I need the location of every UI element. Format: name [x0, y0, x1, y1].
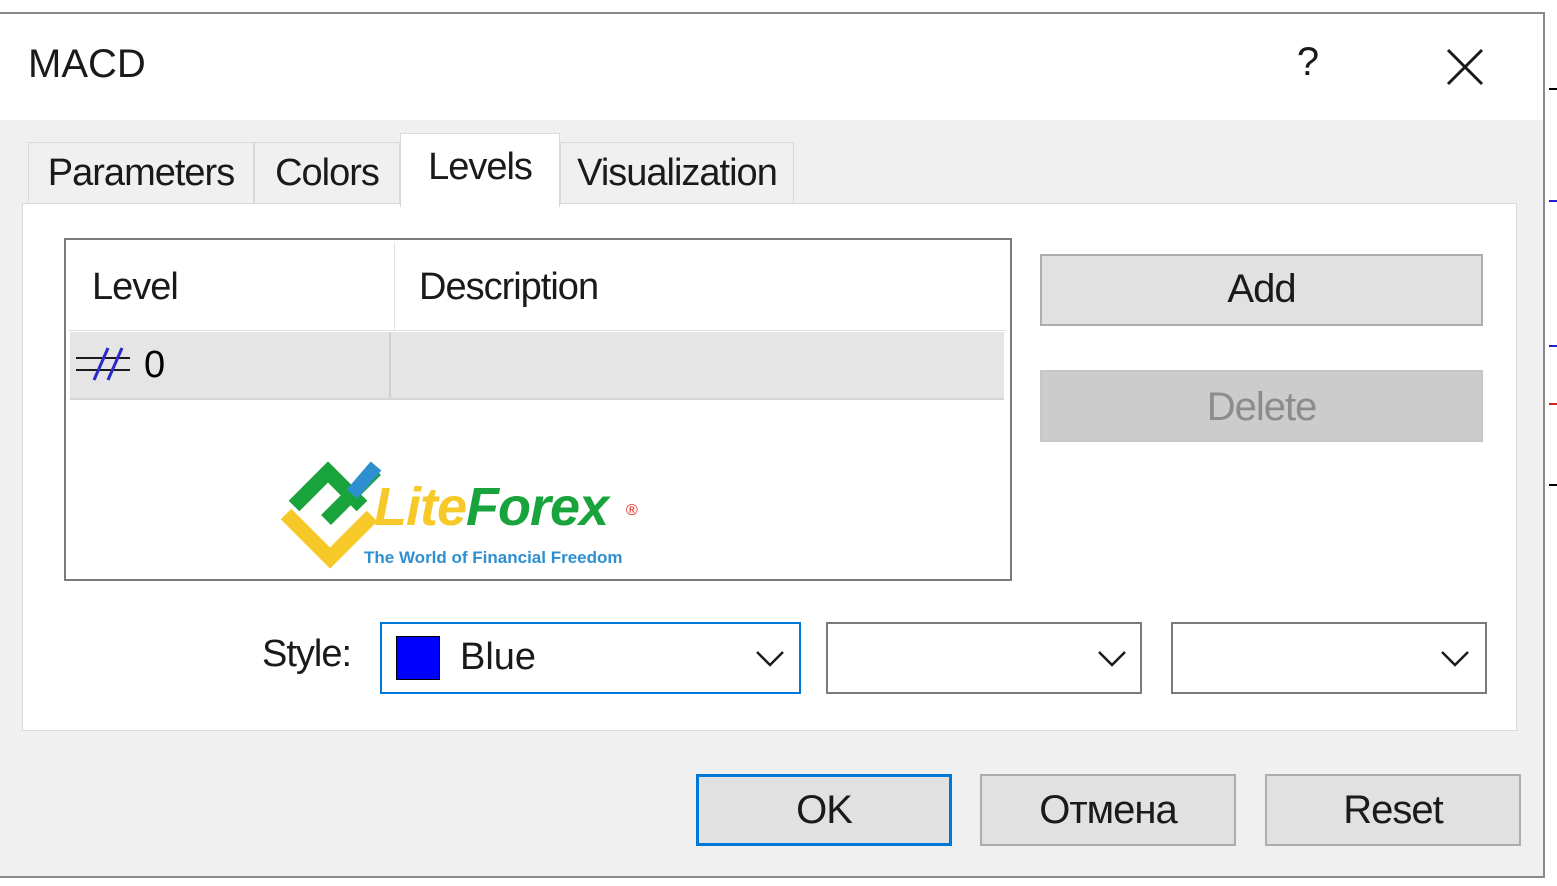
title-bar: MACD ?	[0, 14, 1543, 120]
liteforex-logo: LiteForex ® The World of Financial Freed…	[280, 444, 660, 574]
chart-tick-mark	[1549, 88, 1557, 90]
logo-wordmark-forex: Forex	[466, 477, 609, 537]
tab-colors[interactable]: Colors	[254, 142, 400, 204]
tab-levels[interactable]: Levels	[400, 133, 560, 207]
logo-wordmark: LiteForex	[374, 476, 609, 538]
logo-tagline: The World of Financial Freedom	[364, 548, 623, 567]
chart-tick-mark	[1549, 345, 1557, 347]
add-button[interactable]: Add	[1040, 254, 1483, 326]
chevron-down-icon	[1098, 651, 1126, 667]
color-swatch	[396, 636, 440, 680]
background-chart-strip	[1545, 0, 1557, 886]
color-select-value: Blue	[460, 636, 537, 678]
logo-wordmark-lite: Lite	[374, 477, 467, 537]
chart-tick-mark	[1549, 200, 1557, 202]
chart-tick-mark	[1549, 403, 1557, 405]
column-divider	[389, 332, 391, 398]
close-icon[interactable]	[1436, 38, 1494, 96]
chevron-down-icon	[756, 651, 784, 667]
delete-button[interactable]: Delete	[1040, 370, 1483, 442]
ok-button[interactable]: OK	[696, 774, 952, 846]
tab-visualization[interactable]: Visualization	[560, 142, 794, 204]
help-button[interactable]: ?	[1290, 40, 1326, 88]
table-row[interactable]: 0	[70, 332, 1004, 400]
line-style-select[interactable]	[826, 622, 1142, 694]
column-header-level[interactable]: Level	[68, 242, 395, 330]
tab-parameters[interactable]: Parameters	[28, 142, 254, 204]
column-header-description[interactable]: Description	[395, 242, 1006, 330]
registered-mark: ®	[626, 502, 638, 519]
level-line-icon	[74, 346, 132, 382]
reset-button[interactable]: Reset	[1265, 774, 1521, 846]
list-header: Level Description	[68, 242, 1006, 331]
dialog-title: MACD	[28, 42, 146, 86]
level-value: 0	[144, 344, 166, 386]
style-label: Style:	[262, 633, 352, 675]
line-width-select[interactable]	[1171, 622, 1487, 694]
chevron-down-icon	[1441, 651, 1469, 667]
cancel-button[interactable]: Отмена	[980, 774, 1236, 846]
chart-tick-mark	[1549, 484, 1557, 486]
color-select[interactable]: Blue	[380, 622, 801, 694]
